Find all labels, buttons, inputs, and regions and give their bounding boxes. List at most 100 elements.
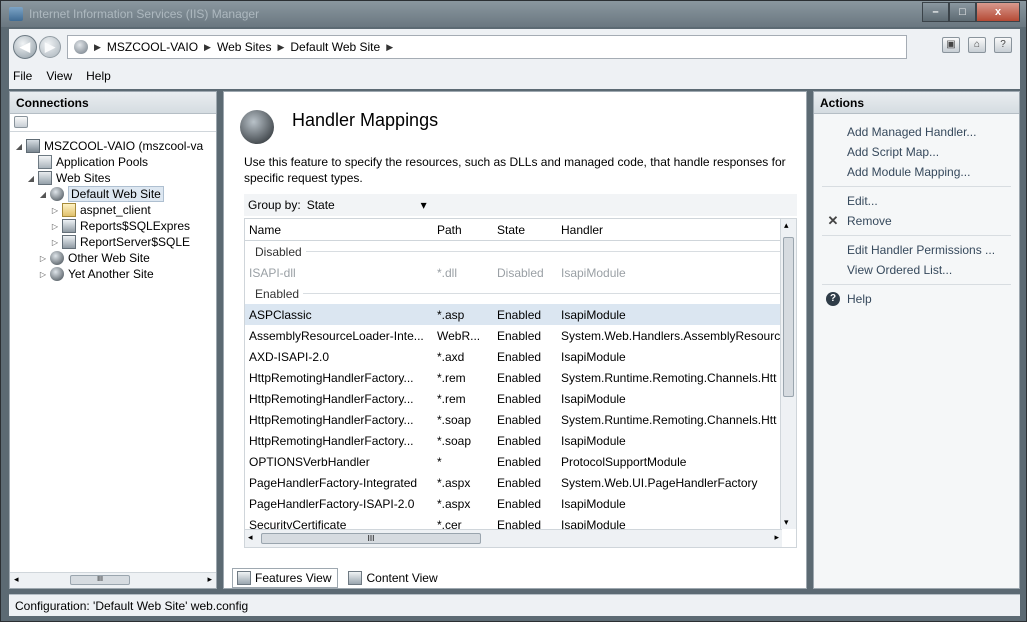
tree-node-label: Other Web Site xyxy=(68,251,150,265)
expand-icon[interactable]: ▷ xyxy=(38,254,48,263)
table-row[interactable]: ASPClassic *.asp Enabled IsapiModule xyxy=(245,304,796,325)
table-row[interactable]: HttpRemotingHandlerFactory... *.rem Enable… xyxy=(245,367,796,388)
menu-file[interactable]: File xyxy=(13,69,32,83)
actions-divider xyxy=(822,235,1011,236)
tree-node[interactable]: Application Pools xyxy=(10,154,216,170)
breadcrumb[interactable]: ▶ MSZCOOL-VAIO ▶ Web Sites ▶ Default Web… xyxy=(67,35,907,59)
action-edit-handler-permissions[interactable]: Edit Handler Permissions ... xyxy=(814,240,1019,260)
tab-content-view[interactable]: Content View xyxy=(344,568,443,588)
grid-vertical-scrollbar[interactable]: ▴ ▾ xyxy=(780,219,796,529)
forward-button[interactable]: ▶ xyxy=(39,36,61,58)
tree-node[interactable]: ▷ ReportServer$SQLE xyxy=(10,234,216,250)
expand-icon[interactable]: ▷ xyxy=(50,222,60,231)
home-icon[interactable]: ⌂ xyxy=(968,37,986,53)
maximize-button[interactable]: □ xyxy=(949,2,976,22)
back-button[interactable]: ◀ xyxy=(13,35,37,59)
scroll-right-icon[interactable]: ▸ xyxy=(207,574,212,585)
column-header-state[interactable]: State xyxy=(493,219,557,240)
chevron-right-icon[interactable]: ▶ xyxy=(94,42,101,53)
handler-mappings-grid: Name Path State Handler Disabled ISAPI-dl… xyxy=(244,218,797,548)
help-icon[interactable]: ? xyxy=(994,37,1012,53)
tree-node[interactable]: ◢ MSZCOOL-VAIO (mszcool-va xyxy=(10,138,216,154)
column-header-handler[interactable]: Handler xyxy=(557,219,780,240)
action-label: Edit Handler Permissions ... xyxy=(847,243,996,257)
group-divider xyxy=(305,251,790,252)
action-add-managed-handler[interactable]: Add Managed Handler... xyxy=(814,122,1019,142)
minimize-button[interactable]: – xyxy=(922,2,949,22)
network-icon[interactable]: ▣ xyxy=(942,37,960,53)
table-row[interactable]: PageHandlerFactory-Integrated *.aspx Enabl… xyxy=(245,472,796,493)
grid-vertical-scroll-thumb[interactable] xyxy=(783,237,794,397)
group-header[interactable]: Enabled xyxy=(245,283,796,304)
chevron-right-icon[interactable]: ▶ xyxy=(277,42,284,53)
address-toolbar: ▣ ⌂ ? xyxy=(942,37,1012,53)
cell-path: *.aspx xyxy=(437,496,471,511)
cell-path: *.soap xyxy=(437,412,472,427)
title-bar[interactable]: Internet Information Services (IIS) Mana… xyxy=(1,1,1026,27)
action-add-script-map[interactable]: Add Script Map... xyxy=(814,142,1019,162)
tab-features-view[interactable]: Features View xyxy=(232,568,339,588)
view-tabs: Features View Content View xyxy=(232,568,444,588)
chevron-right-icon[interactable]: ▶ xyxy=(386,42,393,53)
action-help[interactable]: ? Help xyxy=(814,289,1019,309)
features-pane: Handler Mappings Use this feature to spe… xyxy=(223,91,807,589)
column-header-path[interactable]: Path xyxy=(433,219,493,240)
table-row[interactable]: HttpRemotingHandlerFactory... *.rem Enable… xyxy=(245,388,796,409)
tree-node[interactable]: ▷ Yet Another Site xyxy=(10,266,216,282)
connections-scrollbar[interactable]: ◂ III ▸ xyxy=(10,572,216,588)
table-row[interactable]: PageHandlerFactory-ISAPI-2.0 *.aspx Enable… xyxy=(245,493,796,514)
scroll-up-icon[interactable]: ▴ xyxy=(784,220,789,231)
expand-icon[interactable]: ▷ xyxy=(50,206,60,215)
cell-state: Enabled xyxy=(497,433,542,448)
tree-node[interactable]: ◢ Default Web Site xyxy=(10,186,216,202)
table-row[interactable]: AXD-ISAPI-2.0 *.axd Enabled IsapiModule xyxy=(245,346,796,367)
tree-node[interactable]: ▷ aspnet_client xyxy=(10,202,216,218)
collapse-icon[interactable]: ◢ xyxy=(14,142,24,151)
action-edit[interactable]: Edit... xyxy=(814,191,1019,211)
scroll-left-icon[interactable]: ◂ xyxy=(14,574,19,585)
expand-icon[interactable]: ▷ xyxy=(50,238,60,247)
action-view-ordered-list[interactable]: View Ordered List... xyxy=(814,260,1019,280)
cell-handler: ProtocolSupportModule xyxy=(561,454,687,469)
action-remove[interactable]: ✕ Remove xyxy=(814,211,1019,231)
cell-path: WebR... xyxy=(437,328,481,343)
cell-path: *.rem xyxy=(437,370,466,385)
table-row[interactable]: ISAPI-dll *.dll Disabled IsapiModule xyxy=(245,262,796,283)
chevron-right-icon[interactable]: ▶ xyxy=(204,42,211,53)
action-add-module-mapping[interactable]: Add Module Mapping... xyxy=(814,162,1019,182)
collapse-icon[interactable]: ◢ xyxy=(26,174,36,183)
tree-node[interactable]: ▷ Other Web Site xyxy=(10,250,216,266)
tree-node[interactable]: ◢ Web Sites xyxy=(10,170,216,186)
cell-state: Enabled xyxy=(497,412,542,427)
scroll-right-icon[interactable]: ▸ xyxy=(774,532,779,543)
breadcrumb-item-server[interactable]: MSZCOOL-VAIO xyxy=(107,40,198,54)
cell-name: PageHandlerFactory-Integrated xyxy=(249,475,418,490)
grid-horizontal-scrollbar[interactable]: ◂ III ▸ xyxy=(245,529,782,547)
connections-scroll-thumb[interactable]: III xyxy=(70,575,130,585)
cell-name: PageHandlerFactory-ISAPI-2.0 xyxy=(249,496,415,511)
group-by-select[interactable]: State ▾ xyxy=(307,198,427,212)
cell-state: Enabled xyxy=(497,454,542,469)
table-row[interactable]: OPTIONSVerbHandler * Enabled ProtocolSuppor… xyxy=(245,451,796,472)
group-header[interactable]: Disabled xyxy=(245,241,796,262)
column-header-name[interactable]: Name xyxy=(245,219,433,240)
tree-node[interactable]: ▷ Reports$SQLExpres xyxy=(10,218,216,234)
menu-help[interactable]: Help xyxy=(86,69,111,83)
close-button[interactable]: x xyxy=(976,2,1020,22)
scroll-down-icon[interactable]: ▾ xyxy=(784,517,789,528)
grid-horizontal-scroll-thumb[interactable]: III xyxy=(261,533,481,544)
table-row[interactable]: HttpRemotingHandlerFactory... *.soap Enabl… xyxy=(245,409,796,430)
cell-path: *.dll xyxy=(437,265,458,280)
address-bar: ◀ ▶ ▶ MSZCOOL-VAIO ▶ Web Sites ▶ Default… xyxy=(9,29,1020,63)
breadcrumb-item-web-sites[interactable]: Web Sites xyxy=(217,40,271,54)
cell-handler: System.Web.UI.PageHandlerFactory xyxy=(561,475,758,490)
table-row[interactable]: AssemblyResourceLoader-Inte... WebR... Ena… xyxy=(245,325,796,346)
breadcrumb-item-default-web-site[interactable]: Default Web Site xyxy=(290,40,380,54)
connect-icon[interactable] xyxy=(14,116,28,128)
scroll-left-icon[interactable]: ◂ xyxy=(248,532,253,543)
cell-state: Enabled xyxy=(497,496,542,511)
expand-icon[interactable]: ▷ xyxy=(38,270,48,279)
collapse-icon[interactable]: ◢ xyxy=(38,190,48,199)
menu-view[interactable]: View xyxy=(46,69,72,83)
table-row[interactable]: HttpRemotingHandlerFactory... *.soap Enabl… xyxy=(245,430,796,451)
